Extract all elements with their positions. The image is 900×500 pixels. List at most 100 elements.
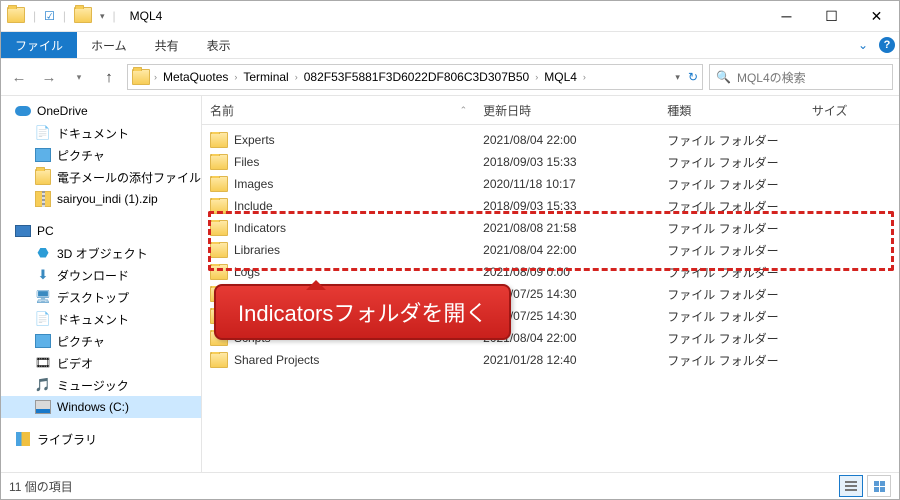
tree-pc[interactable]: PC — [1, 220, 201, 242]
drive-icon — [35, 400, 51, 414]
tree-email-attach[interactable]: 電子メールの添付ファイル — [1, 166, 201, 188]
file-type: ファイル フォルダー — [659, 308, 804, 325]
zip-icon — [35, 191, 51, 207]
qat-dropdown-icon[interactable]: ▾ — [100, 11, 105, 22]
table-row[interactable]: Include2018/09/03 15:33ファイル フォルダー — [202, 195, 899, 217]
qat-check-icon[interactable]: ☑ — [44, 9, 55, 23]
view-large-icons-button[interactable] — [867, 475, 891, 497]
minimize-button[interactable]: ─ — [764, 1, 809, 31]
folder-icon — [210, 132, 228, 148]
table-row[interactable]: Files2018/09/03 15:33ファイル フォルダー — [202, 151, 899, 173]
file-name: Shared Projects — [234, 353, 319, 367]
table-row[interactable]: Libraries2021/08/04 22:00ファイル フォルダー — [202, 239, 899, 261]
file-type: ファイル フォルダー — [659, 264, 804, 281]
ribbon-tabs: ファイル ホーム 共有 表示 ⌄ ? — [1, 32, 899, 59]
file-type: ファイル フォルダー — [659, 286, 804, 303]
file-type: ファイル フォルダー — [659, 352, 804, 369]
breadcrumb[interactable]: 082F53F5881F3D6022DF806C3D307B50 — [302, 70, 532, 84]
table-row[interactable]: Indicators2021/08/08 21:58ファイル フォルダー — [202, 217, 899, 239]
column-headers: 名前⌃ 更新日時 種類 サイズ — [202, 96, 899, 125]
qat-sep3: | — [113, 9, 116, 23]
file-type: ファイル フォルダー — [659, 132, 804, 149]
status-text: 11 個の項目 — [9, 478, 73, 495]
file-name: Logs — [234, 265, 260, 279]
tree-onedrive[interactable]: OneDrive — [1, 100, 201, 122]
folder-icon — [210, 154, 228, 170]
list-icon — [845, 481, 857, 491]
close-button[interactable]: ✕ — [854, 1, 899, 31]
table-row[interactable]: Images 2020/11/18 10:17ファイル フォルダー — [202, 173, 899, 195]
chevron-right-icon[interactable]: › — [583, 72, 586, 82]
qat-folder2-icon — [74, 7, 92, 26]
grid-icon — [874, 481, 885, 492]
tree-libraries[interactable]: ライブラリ — [1, 428, 201, 450]
file-name: Files — [234, 155, 259, 169]
tree-downloads[interactable]: ⬇ダウンロード — [1, 264, 201, 286]
chevron-right-icon[interactable]: › — [234, 72, 237, 82]
col-type[interactable]: 種類 — [659, 102, 804, 119]
file-name: Libraries — [234, 243, 280, 257]
tree-pictures[interactable]: ピクチャ — [1, 144, 201, 166]
pc-icon — [15, 225, 31, 237]
tab-home[interactable]: ホーム — [77, 32, 141, 58]
breadcrumb[interactable]: Terminal — [241, 70, 290, 84]
tree-videos[interactable]: 🎞ビデオ — [1, 352, 201, 374]
tree-3d-objects[interactable]: ⬣3D オブジェクト — [1, 242, 201, 264]
tab-file[interactable]: ファイル — [1, 32, 77, 58]
breadcrumb[interactable]: MQL4 — [542, 70, 579, 84]
file-type: ファイル フォルダー — [659, 198, 804, 215]
chevron-right-icon[interactable]: › — [535, 72, 538, 82]
view-details-button[interactable] — [839, 475, 863, 497]
refresh-icon[interactable]: ↻ — [688, 70, 698, 84]
file-name: Images — [234, 177, 273, 191]
search-placeholder: MQL4の検索 — [737, 69, 806, 86]
table-row[interactable]: Experts2021/08/04 22:00ファイル フォルダー — [202, 129, 899, 151]
history-dropdown-icon[interactable]: ▾ — [675, 72, 680, 83]
tab-share[interactable]: 共有 — [141, 32, 193, 58]
tree-c-drive[interactable]: Windows (C:) — [1, 396, 201, 418]
tab-view[interactable]: 表示 — [193, 32, 245, 58]
file-date: 2020/11/18 10:17 — [475, 177, 659, 191]
search-input[interactable]: 🔍 MQL4の検索 — [709, 64, 893, 90]
file-date: 2021/08/08 21:58 — [475, 221, 659, 235]
maximize-button[interactable]: ☐ — [809, 1, 854, 31]
picture-icon — [35, 148, 51, 162]
folder-icon — [210, 264, 228, 280]
address-bar[interactable]: › MetaQuotes › Terminal › 082F53F5881F3D… — [127, 64, 703, 90]
file-type: ファイル フォルダー — [659, 176, 804, 193]
folder-icon — [210, 242, 228, 258]
file-date: 2021/01/28 12:40 — [475, 353, 659, 367]
file-date: 2018/09/03 15:33 — [475, 155, 659, 169]
chevron-right-icon[interactable]: › — [295, 72, 298, 82]
recent-dropdown[interactable]: ▾ — [67, 65, 91, 89]
search-icon: 🔍 — [716, 70, 731, 84]
file-type: ファイル フォルダー — [659, 220, 804, 237]
tree-pictures2[interactable]: ピクチャ — [1, 330, 201, 352]
table-row[interactable]: Shared Projects 2021/01/28 12:40ファイル フォルダ… — [202, 349, 899, 371]
folder-icon — [7, 7, 25, 26]
file-list: 名前⌃ 更新日時 種類 サイズ Experts2021/08/04 22:00フ… — [202, 96, 899, 472]
tree-desktop[interactable]: 🖥デスクトップ — [1, 286, 201, 308]
help-button[interactable]: ? — [875, 32, 899, 58]
col-date[interactable]: 更新日時 — [475, 102, 659, 119]
nav-tree[interactable]: OneDrive 📄ドキュメント ピクチャ 電子メールの添付ファイル sairy… — [1, 96, 202, 472]
breadcrumb[interactable]: MetaQuotes — [161, 70, 230, 84]
explorer-window: | ☑ | ▾ | MQL4 ─ ☐ ✕ ファイル ホーム 共有 表示 ⌄ ? … — [0, 0, 900, 500]
callout-annotation: Indicatorsフォルダを開く — [214, 284, 511, 340]
forward-button[interactable]: → — [37, 65, 61, 89]
tree-documents[interactable]: 📄ドキュメント — [1, 122, 201, 144]
statusbar: 11 個の項目 — [1, 472, 899, 499]
chevron-right-icon[interactable]: › — [154, 72, 157, 82]
expand-ribbon-icon[interactable]: ⌄ — [851, 32, 875, 58]
tree-documents2[interactable]: 📄ドキュメント — [1, 308, 201, 330]
file-type: ファイル フォルダー — [659, 330, 804, 347]
col-name[interactable]: 名前⌃ — [202, 102, 475, 119]
back-button[interactable]: ← — [7, 65, 31, 89]
navbar: ← → ▾ ↑ › MetaQuotes › Terminal › 082F53… — [1, 59, 899, 96]
folder-icon — [35, 169, 51, 185]
col-size[interactable]: サイズ — [804, 102, 899, 119]
tree-music[interactable]: 🎵ミュージック — [1, 374, 201, 396]
tree-zipfile[interactable]: sairyou_indi (1).zip — [1, 188, 201, 210]
up-button[interactable]: ↑ — [97, 65, 121, 89]
file-name: Experts — [234, 133, 275, 147]
